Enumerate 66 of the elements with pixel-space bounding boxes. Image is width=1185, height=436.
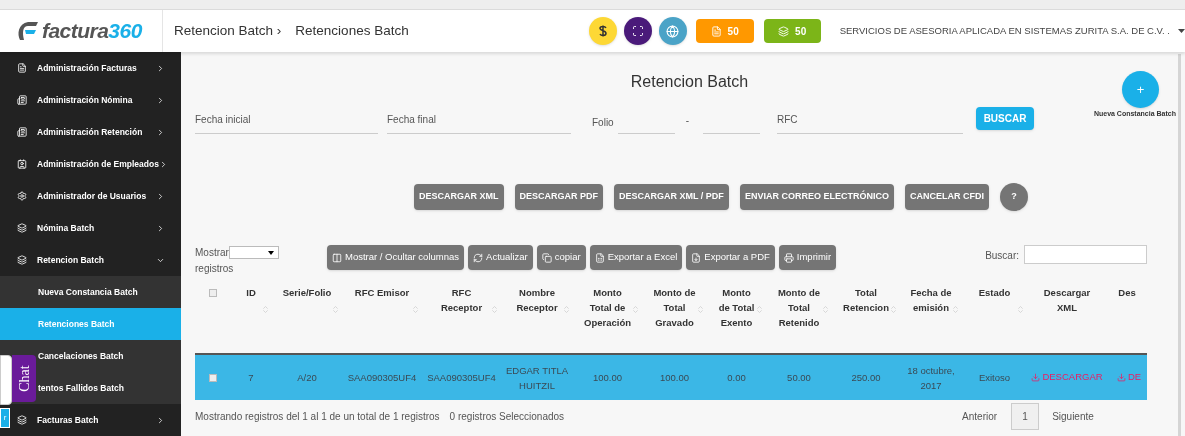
next-link[interactable]: Siguiente bbox=[1052, 409, 1094, 424]
column-header[interactable]: Descargar XML bbox=[1027, 285, 1107, 353]
sidebar-item[interactable]: Administración de Empleados bbox=[12, 148, 181, 180]
table-cell-text: 100.00 bbox=[659, 371, 690, 385]
page-button[interactable]: 1 bbox=[1011, 403, 1040, 430]
sidebar-item[interactable]: Administrador de Usuarios bbox=[12, 180, 181, 212]
company-dropdown[interactable]: SERVICIOS DE ASESORIA APLICADA EN SISTEMAS ZURITA S.A. DE C.V. . bbox=[839, 23, 1185, 39]
column-header[interactable]: Serie/Folio bbox=[273, 285, 341, 353]
action-button[interactable]: DESCARGAR PDF bbox=[514, 184, 604, 210]
column-header[interactable]: Fecha de emisión bbox=[900, 285, 962, 353]
action-button[interactable]: DESCARGAR XML / PDF bbox=[614, 184, 729, 210]
toolbar-button[interactable]: Mostrar / Ocultar columnas bbox=[327, 245, 465, 270]
sidebar-item[interactable]: Retencion Batch bbox=[12, 244, 181, 276]
table-cell-text: 250.00 bbox=[851, 371, 881, 385]
column-header[interactable]: ID bbox=[237, 285, 265, 353]
toolbar-button[interactable]: Exportar a Excel bbox=[589, 245, 683, 270]
folio-label: Folio bbox=[592, 116, 614, 130]
table-cell-text: 7 bbox=[248, 371, 254, 385]
table-cell-text: EDGAR TITLA HUITZIL bbox=[504, 363, 570, 393]
breadcrumb-item: Retenciones Batch bbox=[295, 21, 409, 40]
selected-info: 0 registros Seleccionados bbox=[449, 410, 565, 424]
action-button[interactable]: ENVIAR CORREO ELECTRÓNICO bbox=[739, 184, 894, 210]
column-header[interactable]: Monto Total de Operación bbox=[573, 285, 642, 353]
table-cell-text: 50.00 bbox=[787, 371, 811, 385]
breadcrumb-item[interactable]: Retencion Batch › bbox=[174, 20, 282, 42]
range-separator: - bbox=[685, 114, 690, 128]
show-label: Mostrar bbox=[195, 246, 229, 260]
table-cell-text: 100.00 bbox=[592, 371, 623, 385]
column-header[interactable]: Monto de Total Retenido bbox=[766, 285, 832, 353]
column-header[interactable]: Des bbox=[1109, 285, 1145, 353]
toolbar-button[interactable]: Imprimir bbox=[778, 245, 837, 270]
start-date-field[interactable]: Fecha inicial bbox=[195, 112, 378, 134]
sidebar-item[interactable]: Administración Facturas bbox=[12, 52, 181, 84]
table-cell-text: SAA090305UF4 bbox=[347, 371, 417, 385]
column-header[interactable]: Total Retencion bbox=[832, 285, 900, 353]
previous-link[interactable]: Anterior bbox=[962, 409, 998, 424]
show-suffix: registros bbox=[195, 262, 235, 276]
toolbar-button[interactable]: copiar bbox=[536, 245, 586, 270]
column-header[interactable]: Nombre Receptor bbox=[501, 285, 573, 353]
action-button[interactable]: CANCELAR CFDI bbox=[904, 184, 989, 210]
column-header[interactable]: Monto de Total Gravado bbox=[642, 285, 707, 353]
search-label: Buscar: bbox=[985, 249, 1020, 263]
table-cell-text: SAA090305UF4 bbox=[427, 371, 496, 385]
table-row[interactable]: 7 A/20 SAA090305UF4 SAA090305UF4 EDGAR TITLA HUITZIL 100.00 100.00 0.00 50.00 250.00 18 octubre, 2017 Exitoso DESCARGAR DE bbox=[195, 353, 1147, 400]
end-date-field[interactable]: Fecha final bbox=[387, 112, 571, 134]
sidebar-item[interactable]: Administración Retención bbox=[12, 116, 181, 148]
records-info: Mostrando registros del 1 al 1 de un total de 1 registros bbox=[195, 410, 440, 424]
rfc-field[interactable]: RFC bbox=[777, 112, 964, 134]
column-header[interactable]: RFC Receptor bbox=[422, 285, 501, 353]
table-cell-text: Exitoso bbox=[978, 371, 1011, 385]
column-header[interactable]: Monto de Total Exento bbox=[707, 285, 766, 353]
table-cell-text: 18 octubre, 2017 bbox=[906, 363, 956, 393]
toolbar-button[interactable]: Exportar a PDF bbox=[686, 245, 775, 270]
table-cell-text: 0.00 bbox=[727, 371, 746, 385]
sidebar-item[interactable]: Facturas Batch bbox=[12, 404, 181, 436]
table-cell-text: A/20 bbox=[297, 371, 317, 385]
sidebar-item[interactable]: Administración Nómina bbox=[12, 84, 181, 116]
sidebar-item[interactable]: Nómina Batch bbox=[12, 212, 181, 244]
help-button[interactable]: ? bbox=[999, 183, 1028, 211]
action-button[interactable]: DESCARGAR XML bbox=[414, 184, 504, 210]
column-header[interactable]: Estado bbox=[969, 285, 1020, 353]
logo-text: factura360 bbox=[42, 18, 142, 45]
column-header[interactable]: RFC Emisor bbox=[345, 285, 419, 353]
toolbar-button[interactable]: Actualizar bbox=[468, 245, 533, 270]
page-title: Retencion Batch bbox=[630, 72, 749, 92]
chat-tab[interactable]: Chat bbox=[12, 355, 36, 402]
